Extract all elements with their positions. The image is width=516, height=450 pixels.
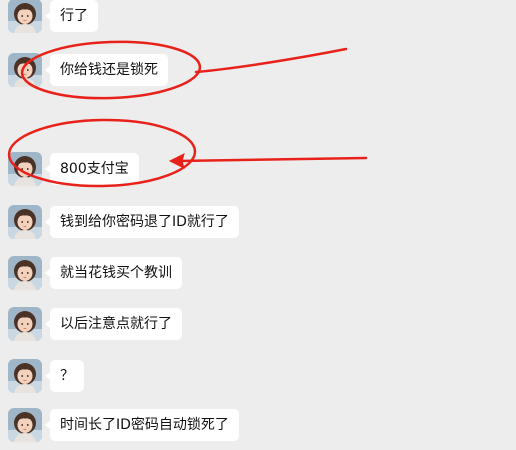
avatar-girl-icon [8, 152, 42, 186]
message-text: 时间长了ID密码自动锁死了 [50, 409, 239, 441]
message-bubble[interactable]: 时间长了ID密码自动锁死了 [45, 409, 239, 441]
message-bubble[interactable]: ？ [45, 360, 84, 392]
avatar[interactable] [8, 359, 42, 393]
avatar[interactable] [8, 408, 42, 442]
message-bubble[interactable]: 你给钱还是锁死 [45, 54, 168, 86]
avatar[interactable] [8, 205, 42, 239]
message-text: 行了 [50, 0, 98, 32]
avatar[interactable] [8, 256, 42, 290]
chat-message-list: 行了 你给钱还是锁死 800支付宝 钱到给你密码退了ID就行了 就当花钱买个教训… [0, 0, 516, 450]
avatar[interactable] [8, 307, 42, 341]
message-row: 800支付宝 [8, 150, 139, 188]
message-bubble[interactable]: 800支付宝 [45, 153, 139, 185]
message-text: 800支付宝 [50, 153, 139, 185]
message-row: 钱到给你密码退了ID就行了 [8, 203, 239, 241]
avatar[interactable] [8, 53, 42, 87]
message-row: 以后注意点就行了 [8, 305, 182, 343]
message-row: 时间长了ID密码自动锁死了 [8, 406, 239, 444]
message-bubble[interactable]: 钱到给你密码退了ID就行了 [45, 206, 239, 238]
avatar-girl-icon [8, 53, 42, 87]
avatar[interactable] [8, 152, 42, 186]
message-row: 行了 [8, 0, 98, 35]
message-text: 就当花钱买个教训 [50, 257, 182, 289]
avatar-girl-icon [8, 205, 42, 239]
message-row: ？ [8, 357, 84, 395]
message-text: 以后注意点就行了 [50, 308, 182, 340]
avatar-girl-icon [8, 0, 42, 33]
avatar[interactable] [8, 0, 42, 33]
message-bubble[interactable]: 行了 [45, 0, 98, 32]
avatar-girl-icon [8, 307, 42, 341]
message-bubble[interactable]: 就当花钱买个教训 [45, 257, 182, 289]
message-text: ？ [50, 360, 84, 392]
avatar-girl-icon [8, 359, 42, 393]
message-text: 你给钱还是锁死 [50, 54, 168, 86]
message-row: 你给钱还是锁死 [8, 51, 168, 89]
avatar-girl-icon [8, 408, 42, 442]
message-text: 钱到给你密码退了ID就行了 [50, 206, 239, 238]
avatar-girl-icon [8, 256, 42, 290]
message-row: 就当花钱买个教训 [8, 254, 182, 292]
message-bubble[interactable]: 以后注意点就行了 [45, 308, 182, 340]
